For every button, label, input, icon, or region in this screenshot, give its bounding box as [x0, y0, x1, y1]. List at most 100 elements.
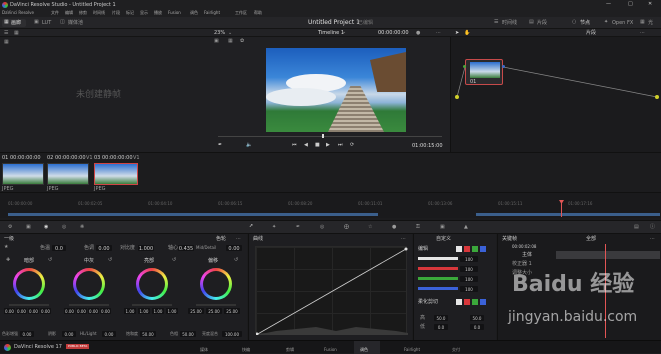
- hl-light-field[interactable]: 0.00: [102, 331, 116, 337]
- keyframes-more-icon[interactable]: ⋯: [650, 237, 655, 242]
- soft-r-button[interactable]: [464, 299, 470, 305]
- value-r[interactable]: 0.00: [76, 308, 87, 314]
- page-edit[interactable]: 剪辑: [284, 341, 302, 354]
- timeline-chevron-icon[interactable]: ⌄: [342, 30, 346, 35]
- g-intensity-field[interactable]: 100: [460, 276, 478, 282]
- timeline-clip-bar[interactable]: [8, 213, 378, 216]
- value-r[interactable]: 1.00: [138, 308, 150, 314]
- curve-mode-select[interactable]: 自定义: [436, 237, 451, 242]
- key-icon[interactable]: ⚿: [416, 225, 420, 230]
- close-button[interactable]: ✕: [648, 2, 652, 7]
- media-pool-button[interactable]: ◫ 媒体池: [60, 19, 86, 27]
- window-tool-icon[interactable]: ◎: [320, 225, 324, 230]
- auto-balance-icon[interactable]: ★: [4, 245, 8, 250]
- clip-mode-select[interactable]: 片段: [586, 31, 596, 36]
- keyframes-filter-select[interactable]: 全部: [586, 237, 596, 242]
- clip-card-selected[interactable]: 03 00:00:00:00 V1 JPEG: [94, 155, 140, 192]
- clip-card[interactable]: 02 00:00:00:00 V1 JPEG: [47, 155, 93, 192]
- g-channel-slider[interactable]: [418, 277, 458, 280]
- menu-item[interactable]: 播放: [154, 11, 162, 15]
- value-y[interactable]: 1.00: [124, 308, 136, 314]
- camera-raw-icon[interactable]: ⚙: [8, 225, 12, 230]
- pointer-icon[interactable]: ➤: [455, 31, 459, 36]
- wheel-reset-icon[interactable]: ↺: [234, 258, 238, 263]
- color-wheel[interactable]: [200, 268, 232, 300]
- menu-item[interactable]: DaVinci Resolve: [2, 11, 34, 15]
- picker-icon[interactable]: ✚: [6, 258, 10, 263]
- curves-tab-icon[interactable]: ➚: [249, 224, 253, 229]
- page-deliver[interactable]: 交付: [450, 341, 468, 354]
- openfx-toggle[interactable]: ✦ Open FX: [604, 19, 634, 27]
- timeline-clip-bar[interactable]: [476, 213, 660, 216]
- shadows-field[interactable]: 0.00: [62, 331, 76, 337]
- value-g[interactable]: 25.00: [206, 308, 222, 314]
- value-b[interactable]: 1.00: [166, 308, 178, 314]
- sizing-icon[interactable]: ▣: [440, 225, 445, 230]
- keyframe-track-main[interactable]: [556, 251, 660, 259]
- node-01[interactable]: 01: [465, 59, 503, 85]
- menu-item[interactable]: 编辑: [65, 11, 73, 15]
- scrubber-handle[interactable]: [322, 134, 324, 138]
- b-channel-button[interactable]: [480, 246, 486, 252]
- r-intensity-field[interactable]: 100: [460, 266, 478, 272]
- viewer-mode-icon[interactable]: ▣: [214, 39, 219, 44]
- page-fusion[interactable]: Fusion: [324, 341, 346, 354]
- g-channel-button[interactable]: [472, 246, 478, 252]
- menu-item[interactable]: 标记: [126, 11, 134, 15]
- wheel-reset-icon[interactable]: ↺: [108, 258, 112, 263]
- menu-item[interactable]: 时间线: [93, 11, 105, 15]
- audio-icon[interactable]: 🔈: [246, 143, 252, 148]
- menu-item[interactable]: 帮助: [254, 11, 262, 15]
- viewer-options-icon[interactable]: ●: [416, 31, 420, 36]
- y-channel-slider[interactable]: [418, 257, 458, 260]
- soft-y-button[interactable]: [456, 299, 462, 305]
- clip-card[interactable]: 01 00:00:00:00 JPEG: [2, 155, 46, 192]
- color-wheel[interactable]: [136, 268, 168, 300]
- menu-item[interactable]: 显示: [140, 11, 148, 15]
- contrast-field[interactable]: 1.000: [138, 245, 154, 252]
- r-channel-slider[interactable]: [418, 267, 458, 270]
- wheel-reset-icon[interactable]: ↺: [48, 258, 52, 263]
- temp-field[interactable]: 0.0: [52, 245, 66, 252]
- high-field[interactable]: 50.0: [434, 315, 448, 321]
- value-g[interactable]: 1.00: [152, 308, 164, 314]
- grid-view-icon[interactable]: ▦: [14, 31, 19, 36]
- tint-field[interactable]: 0.00: [96, 245, 112, 252]
- mid-detail-field[interactable]: 0.00: [226, 245, 242, 252]
- viewer-highlight-icon[interactable]: ✿: [240, 39, 244, 44]
- link-icon[interactable]: [450, 246, 455, 252]
- motion-effects-icon[interactable]: ❋: [80, 225, 84, 230]
- curves-more-icon[interactable]: ⋯: [401, 237, 406, 242]
- low-field[interactable]: 0.0: [434, 324, 448, 330]
- qualifier-icon[interactable]: ✒: [296, 225, 300, 230]
- lightbox-toggle[interactable]: ▦ 光: [640, 19, 660, 27]
- wheel-midtones[interactable]: 中灰 ↺ 0.00 0.00 0.00 0.00: [64, 256, 114, 330]
- gallery-grid-icon[interactable]: ▦: [4, 40, 9, 45]
- timeline-name[interactable]: Timeline 1: [318, 31, 344, 36]
- color-match-icon[interactable]: ▣: [26, 225, 31, 230]
- b-channel-slider[interactable]: [418, 287, 458, 290]
- info-icon[interactable]: ⓘ: [650, 225, 655, 230]
- wheel-offset[interactable]: 偏移 ↺ 25.00 25.00 25.00: [188, 256, 244, 330]
- master-slider[interactable]: [69, 304, 109, 306]
- node-input-icon[interactable]: [463, 65, 466, 68]
- menu-item[interactable]: 文件: [51, 11, 59, 15]
- master-slider[interactable]: [9, 304, 49, 306]
- value-r[interactable]: 25.00: [188, 308, 204, 314]
- first-frame-icon[interactable]: ⏮: [292, 143, 297, 148]
- menu-item[interactable]: Fusion: [168, 11, 181, 15]
- page-media[interactable]: 媒体: [198, 341, 216, 354]
- scrubber-track[interactable]: [218, 136, 442, 137]
- zoom-chevron-icon[interactable]: ⌄: [228, 31, 232, 36]
- value-b[interactable]: 0.00: [40, 308, 51, 314]
- menu-item[interactable]: 工作区: [235, 11, 247, 15]
- saturation-field[interactable]: 50.00: [140, 331, 156, 337]
- color-wheel[interactable]: [73, 268, 105, 300]
- clips-toggle[interactable]: ▤ 片段: [529, 19, 557, 27]
- blur-icon[interactable]: ●: [392, 225, 396, 230]
- y-intensity-field[interactable]: 100: [460, 256, 478, 262]
- value-y[interactable]: 0.00: [4, 308, 15, 314]
- curve-graph[interactable]: [255, 246, 408, 335]
- node-more-icon[interactable]: ⋯: [640, 31, 645, 36]
- hue-field[interactable]: 50.00: [180, 331, 196, 337]
